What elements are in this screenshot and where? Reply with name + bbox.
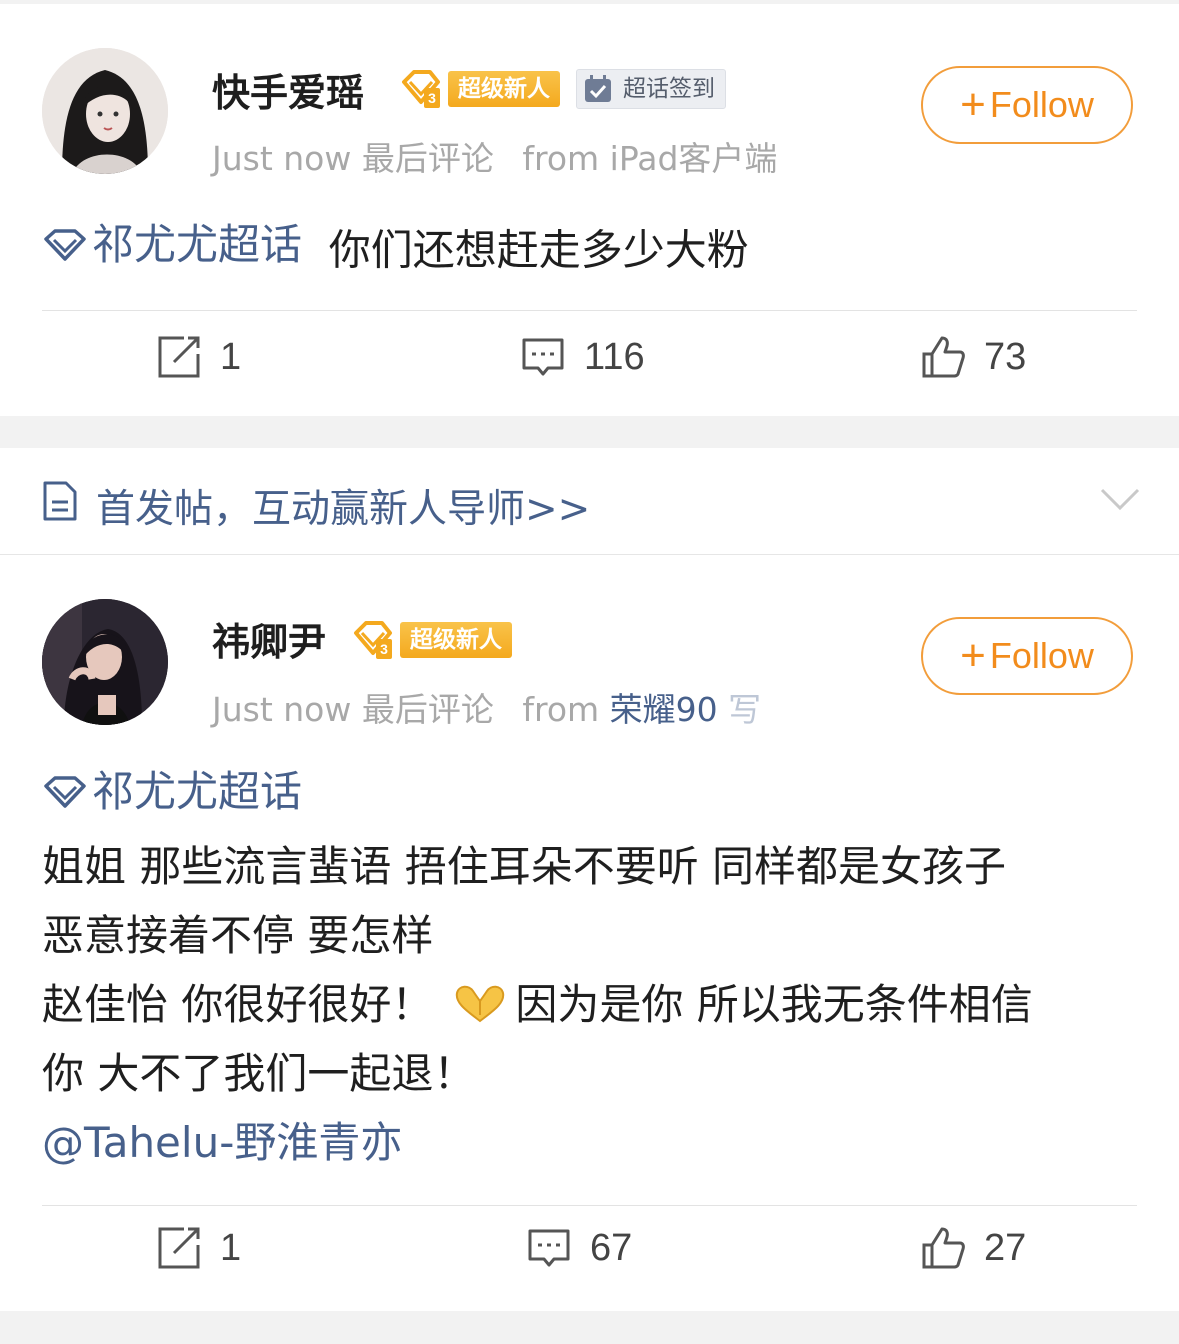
avatar[interactable] bbox=[42, 599, 168, 725]
checkin-label: 超话签到 bbox=[623, 76, 715, 102]
post-card: 快手爱瑶 3 超级新人 超话签到 Just now 最后评论 from iPad… bbox=[0, 4, 1179, 416]
comment-button[interactable]: 67 bbox=[526, 1225, 632, 1271]
device-source-truncated: 写 bbox=[728, 690, 762, 729]
checkin-badge[interactable]: 超话签到 bbox=[576, 69, 726, 109]
follow-button[interactable]: + Follow bbox=[921, 617, 1133, 695]
like-count: 73 bbox=[984, 335, 1027, 378]
comment-icon bbox=[528, 1229, 570, 1267]
super-newcomer-badge[interactable]: 超级新人 bbox=[400, 622, 512, 658]
device-source: iPad客户端 bbox=[609, 139, 778, 178]
device-source[interactable]: 荣耀90 bbox=[610, 690, 718, 729]
divider bbox=[42, 310, 1137, 311]
comment-count: 67 bbox=[590, 1226, 633, 1269]
post-text-line: 恶意接着不停 要怎样 bbox=[42, 910, 434, 960]
repost-icon bbox=[158, 1227, 200, 1269]
topic-link[interactable]: 祁尤尤超话 bbox=[42, 210, 302, 279]
checkin-icon bbox=[585, 75, 611, 102]
post-text-line: 你 大不了我们一起退！ bbox=[42, 1048, 476, 1098]
post-time: Just now bbox=[212, 690, 352, 729]
section-gap bbox=[0, 416, 1179, 448]
like-icon bbox=[922, 336, 965, 378]
post-content: 祁尤尤超话 你们还想赶走多少大粉 bbox=[42, 210, 1139, 285]
comment-icon bbox=[522, 338, 564, 376]
document-icon bbox=[43, 481, 77, 521]
from-label: from bbox=[522, 690, 600, 729]
post-meta: Just now 最后评论 from iPad客户端 bbox=[212, 132, 777, 180]
topic-link[interactable]: 祁尤尤超话 bbox=[42, 757, 302, 826]
newcomer-banner[interactable]: 首发帖，互动赢新人导师>> bbox=[0, 448, 1179, 555]
post-time: Just now bbox=[212, 139, 352, 178]
post-content: 祁尤尤超话 姐姐 那些流言蜚语 捂住耳朵不要听 同样都是女孩子 恶意接着不停 要… bbox=[42, 757, 1139, 1177]
post-activity: 最后评论 bbox=[361, 139, 494, 178]
like-button[interactable]: 27 bbox=[920, 1225, 1026, 1271]
topic-diamond-icon bbox=[44, 228, 86, 261]
topic-label: 祁尤尤超话 bbox=[92, 767, 303, 816]
follow-label: Follow bbox=[989, 635, 1094, 676]
chevron-down-icon[interactable] bbox=[1100, 484, 1140, 514]
plus-icon: + bbox=[960, 631, 986, 680]
heart-hands-emoji bbox=[456, 985, 505, 1022]
badge-group: 3 超级新人 超话签到 bbox=[400, 68, 726, 110]
mention-link[interactable]: @Tahelu-野淮青亦 bbox=[42, 1108, 1139, 1177]
post-activity: 最后评论 bbox=[361, 690, 494, 729]
post-card: 祎卿尹 3 超级新人 Just now 最后评论 from 荣耀90 写 + F… bbox=[0, 555, 1179, 1311]
repost-icon bbox=[158, 336, 200, 378]
username[interactable]: 快手爱瑶 bbox=[212, 62, 364, 117]
post-text: 你们还想赶走多少大粉 bbox=[328, 225, 749, 275]
topic-label: 祁尤尤超话 bbox=[92, 220, 303, 269]
divider bbox=[42, 1205, 1137, 1206]
avatar[interactable] bbox=[42, 48, 168, 174]
level-badge-icon[interactable]: 3 bbox=[352, 619, 394, 661]
action-bar: 1 116 73 bbox=[0, 334, 1179, 394]
banner-text: 首发帖，互动赢新人导师>> bbox=[96, 487, 591, 532]
like-count: 27 bbox=[984, 1226, 1027, 1269]
repost-count: 1 bbox=[220, 335, 242, 378]
plus-icon: + bbox=[960, 80, 986, 129]
super-newcomer-badge[interactable]: 超级新人 bbox=[448, 71, 560, 107]
like-button[interactable]: 73 bbox=[920, 334, 1026, 380]
topic-diamond-icon bbox=[44, 775, 86, 808]
from-label: from bbox=[522, 139, 600, 178]
username[interactable]: 祎卿尹 bbox=[212, 611, 326, 666]
repost-count: 1 bbox=[220, 1226, 242, 1269]
post-text-segment: 因为是你 所以我无条件相信 bbox=[515, 979, 1033, 1029]
comment-count: 116 bbox=[584, 335, 645, 378]
action-bar: 1 67 27 bbox=[0, 1225, 1179, 1285]
svg-text:3: 3 bbox=[380, 641, 388, 657]
post-text-line: 赵佳怡 你很好很好！ 因为是你 所以我无条件相信 bbox=[42, 970, 1139, 1039]
post-meta: Just now 最后评论 from 荣耀90 写 bbox=[212, 683, 761, 731]
like-icon bbox=[922, 1227, 965, 1269]
follow-label: Follow bbox=[989, 84, 1094, 125]
repost-button[interactable]: 1 bbox=[156, 334, 241, 380]
badge-group: 3 超级新人 bbox=[352, 619, 512, 661]
level-badge-icon[interactable]: 3 bbox=[400, 68, 442, 110]
follow-button[interactable]: + Follow bbox=[921, 66, 1133, 144]
post-text-segment: 赵佳怡 你很好很好！ bbox=[42, 979, 434, 1029]
repost-button[interactable]: 1 bbox=[156, 1225, 241, 1271]
comment-button[interactable]: 116 bbox=[520, 334, 645, 380]
post-text-line: 姐姐 那些流言蜚语 捂住耳朵不要听 同样都是女孩子 bbox=[42, 841, 1007, 891]
svg-text:3: 3 bbox=[428, 90, 436, 106]
